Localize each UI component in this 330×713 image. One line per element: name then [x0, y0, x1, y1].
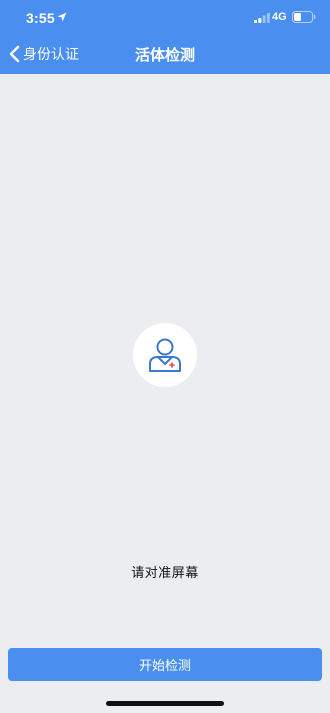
app-header: 3:55 4G 身份认证 活体检测: [0, 0, 330, 74]
avatar-placeholder: [133, 323, 197, 387]
location-arrow-icon: [57, 12, 67, 22]
navigation-bar: 身份认证 活体检测: [0, 36, 330, 72]
network-type: 4G: [272, 11, 287, 23]
cellular-signal-icon: [254, 13, 270, 23]
home-indicator[interactable]: [106, 701, 224, 706]
page-title: 活体检测: [134, 46, 195, 64]
status-bar: 3:55 4G: [0, 0, 330, 36]
user-profile-icon: [149, 338, 181, 372]
start-detection-button[interactable]: 开始检测: [8, 648, 322, 681]
battery-icon: [292, 11, 316, 23]
instruction-text: 请对准屏幕: [131, 566, 199, 581]
status-time: 3:55: [26, 10, 55, 26]
